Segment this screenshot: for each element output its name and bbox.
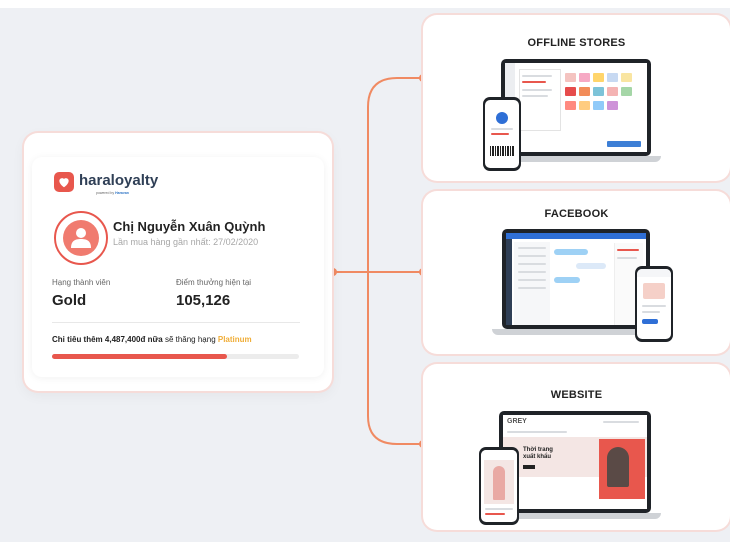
channel-title-website: WEBSITE xyxy=(550,389,603,401)
mobile-website-screen xyxy=(481,450,517,522)
website-phone xyxy=(479,447,519,525)
channel-title-facebook: FACEBOOK xyxy=(544,208,609,220)
logo-powered-by: powered by Haravan xyxy=(96,191,129,195)
last-purchase-date: Lần mua hàng gần nhất: 27/02/2020 xyxy=(113,237,259,247)
messenger-screen xyxy=(637,269,671,339)
channel-title-offline: OFFLINE STORES xyxy=(527,37,626,49)
laptop-screen xyxy=(501,59,651,156)
powered-by-label: powered by xyxy=(96,191,115,195)
facebook-inbox-screen xyxy=(506,233,646,325)
channel-panel-website: WEBSITE GREY Thời trang xuất khẩu xyxy=(423,364,730,530)
website-hero: Thời trang xuất khẩu xyxy=(523,447,553,461)
website-hero-line2: xuất khẩu xyxy=(523,454,552,460)
tier-progress-bar xyxy=(52,354,299,359)
heart-icon xyxy=(54,172,74,192)
member-tier-value: Gold xyxy=(52,292,87,309)
loyalty-card: haraloyalty powered by Haravan Chị Nguyễ… xyxy=(24,133,332,391)
channel-panel-facebook: FACEBOOK xyxy=(423,191,730,354)
website-brand: GREY xyxy=(507,418,527,425)
offline-phone xyxy=(483,97,521,171)
laptop-screen xyxy=(502,229,650,329)
card-inner xyxy=(32,157,324,377)
laptop-screen: GREY Thời trang xuất khẩu xyxy=(499,411,651,513)
points-label: Điểm thưởng hiện tại xyxy=(176,278,252,287)
website-hero-line1: Thời trang xyxy=(523,447,553,453)
member-tier-label: Hạng thành viên xyxy=(52,278,111,287)
user-icon xyxy=(63,220,99,256)
tier-progress-fill xyxy=(52,354,228,359)
member-card-screen xyxy=(485,100,519,168)
logo-text: haraloyalty xyxy=(79,172,159,189)
website-screen: GREY Thời trang xuất khẩu xyxy=(503,415,647,509)
points-value: 105,126 xyxy=(176,292,231,309)
upgrade-amount-text: Chi tiêu thêm 4,487,400đ nữa xyxy=(52,335,163,344)
upgrade-middle-text: sẽ thăng hạng xyxy=(162,335,218,344)
powered-by-brand: Haravan xyxy=(115,191,129,195)
pos-app-screen xyxy=(505,63,647,152)
channel-panel-offline: OFFLINE STORES xyxy=(423,15,730,181)
customer-name: Chị Nguyễn Xuân Quỳnh xyxy=(113,219,266,234)
facebook-phone xyxy=(635,266,673,342)
avatar xyxy=(54,211,108,265)
upgrade-tier-name: Platinum xyxy=(217,335,252,344)
upgrade-message: Chi tiêu thêm 4,487,400đ nữa sẽ thăng hạ… xyxy=(52,335,252,344)
card-divider xyxy=(52,322,300,323)
